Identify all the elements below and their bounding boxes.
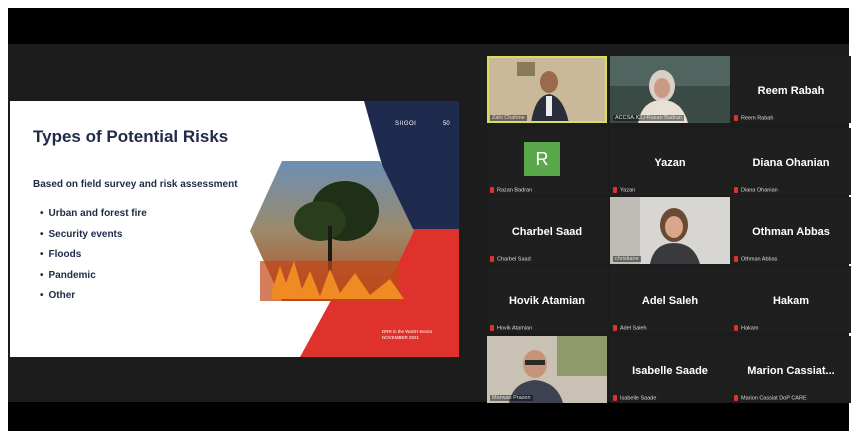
participant-name: Yazan [654,157,686,169]
participant-name-label: Charbel Saad [490,255,531,262]
participant-tile-marwan-prazen[interactable]: Marwan Prazen [487,336,607,403]
participant-tile-razan-badran[interactable]: ACCSA.ICU-Razan Badran [610,56,730,123]
participant-tile-zahi-chahine[interactable]: Zahi Chahine [487,56,607,123]
list-item: Urban and forest fire [40,204,147,225]
participant-name: Marion Cassiat... [747,365,835,377]
muted-mic-icon [734,324,738,331]
video-feed [487,56,607,123]
participant-name-label: Hovik Atamian [490,324,532,331]
participant-name-label: Adel Saleh [613,324,647,331]
list-item: Pandemic [40,266,147,287]
participant-tile-christiane[interactable]: christiane [610,197,730,264]
bottom-bar [8,402,849,431]
participant-name-label: Hakam [734,324,758,331]
muted-mic-icon [734,394,738,401]
muted-mic-icon [613,186,617,193]
participant-tile-adel-saleh[interactable]: Adel Saleh Adel Saleh [610,266,730,333]
participant-tile-diana-ohanian[interactable]: Diana Ohanian Diana Ohanian [731,128,851,195]
video-feed [610,56,730,123]
participant-name-label: Reem Rabah [734,114,773,121]
participant-name-label: Zahi Chahine [490,115,527,121]
participant-tile-yazan[interactable]: Yazan Yazan [610,128,730,195]
participant-name-label: Isabelle Saade [613,394,656,401]
muted-mic-icon [490,324,494,331]
participant-tile-charbel-saad[interactable]: Charbel Saad Charbel Saad [487,197,607,264]
participant-name-label: ACCSA.ICU-Razan Badran [613,115,684,121]
participant-name: Diana Ohanian [752,157,830,169]
muted-mic-icon [734,186,738,193]
top-bar [8,8,849,44]
participant-name-label: Diana Ohanian [734,186,778,193]
video-feed [487,336,607,403]
muted-mic-icon [613,394,617,401]
muted-mic-icon [734,255,738,262]
participant-tile-hovik-atamian[interactable]: Hovik Atamian Hovik Atamian [487,266,607,333]
participant-tile-reem-rabah[interactable]: Reem Rabah Reem Rabah [731,56,851,123]
muted-mic-icon [613,324,617,331]
participant-name-label: Marion Cassiat DoP CARE [734,394,807,401]
participant-tile-othman-abbas[interactable]: Othman Abbas Othman Abbas [731,197,851,264]
muted-mic-icon [734,114,738,121]
list-item: Security events [40,225,147,246]
participant-name: Reem Rabah [757,85,825,97]
participant-name: Hovik Atamian [508,295,585,307]
participant-name: Adel Saleh [641,295,699,307]
list-item: Floods [40,245,147,266]
participant-name: Othman Abbas [752,226,830,238]
muted-mic-icon [490,255,494,262]
participant-tile-hakam[interactable]: Hakam Hakam [731,266,851,333]
risk-list: Urban and forest fire Security events Fl… [40,204,147,307]
participant-name-label: Othman Abbas [734,255,777,262]
participant-name: Isabelle Saade [632,365,708,377]
shared-screen-slide: Types of Potential Risks Based on field … [10,101,459,357]
participant-name-label: Marwan Prazen [490,395,533,401]
video-feed [610,197,730,264]
participant-tile-isabelle-saade[interactable]: Isabelle Saade Isabelle Saade [610,336,730,403]
participant-tile-razan-badran-avatar[interactable]: R Razan Badran [487,128,607,195]
footer-line-2: NOVEMBER 2021 [382,335,420,340]
participant-name-label: christiane [613,256,641,262]
list-item: Other [40,286,147,307]
slide-page-number: 50 [443,121,450,127]
participant-name-label: Yazan [613,186,635,193]
participant-name: Charbel Saad [511,226,583,238]
participant-name: Hakam [772,295,810,307]
slide-logo: SIIGOI [395,121,417,127]
slide-title: Types of Potential Risks [33,127,229,146]
avatar: R [524,142,560,176]
participant-tile-marion-cassiat[interactable]: Marion Cassiat... Marion Cassiat DoP CAR… [731,336,851,403]
slide-footer: DRR in the WaSH Sector NOVEMBER 2021 [382,329,452,341]
participant-name-label: Razan Badran [490,186,532,193]
slide-subtitle: Based on field survey and risk assessmen… [33,179,238,190]
muted-mic-icon [490,186,494,193]
